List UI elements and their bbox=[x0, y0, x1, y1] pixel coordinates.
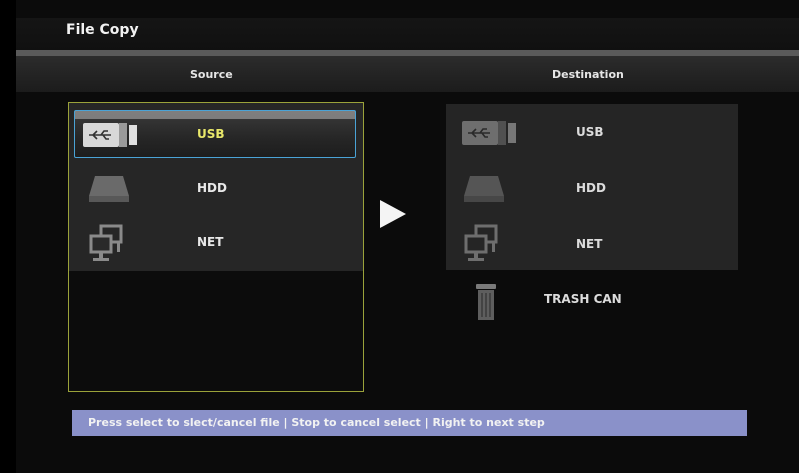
network-icon bbox=[462, 224, 502, 264]
source-item-label: USB bbox=[197, 127, 225, 141]
destination-item-net[interactable]: NET bbox=[446, 220, 738, 268]
destination-column-header: Destination bbox=[552, 68, 624, 81]
destination-item-trash-can[interactable]: TRASH CAN bbox=[458, 282, 758, 326]
source-item-net[interactable]: NET bbox=[69, 218, 363, 266]
page-title: File Copy bbox=[66, 22, 139, 38]
trash-can-label: TRASH CAN bbox=[544, 292, 622, 306]
destination-item-label: HDD bbox=[576, 181, 606, 195]
network-icon bbox=[87, 224, 127, 264]
help-bar: Press select to slect/cancel file | Stop… bbox=[72, 410, 747, 436]
hdd-icon bbox=[464, 174, 504, 204]
hdd-icon bbox=[89, 174, 129, 204]
next-step-arrow-icon bbox=[380, 200, 406, 228]
source-item-usb[interactable]: USB bbox=[69, 110, 363, 158]
source-item-label: HDD bbox=[197, 181, 227, 195]
destination-item-label: NET bbox=[576, 237, 603, 251]
trash-can-icon bbox=[474, 282, 498, 322]
destination-item-usb[interactable]: USB bbox=[446, 108, 738, 156]
source-item-label: NET bbox=[197, 235, 224, 249]
column-header-bar bbox=[16, 56, 799, 92]
source-column-header: Source bbox=[190, 68, 233, 81]
usb-icon bbox=[83, 120, 139, 150]
help-text: Press select to slect/cancel file | Stop… bbox=[88, 416, 545, 429]
destination-item-label: USB bbox=[576, 125, 604, 139]
source-item-hdd[interactable]: HDD bbox=[69, 164, 363, 212]
destination-item-hdd[interactable]: HDD bbox=[446, 164, 738, 212]
usb-icon bbox=[462, 118, 518, 148]
